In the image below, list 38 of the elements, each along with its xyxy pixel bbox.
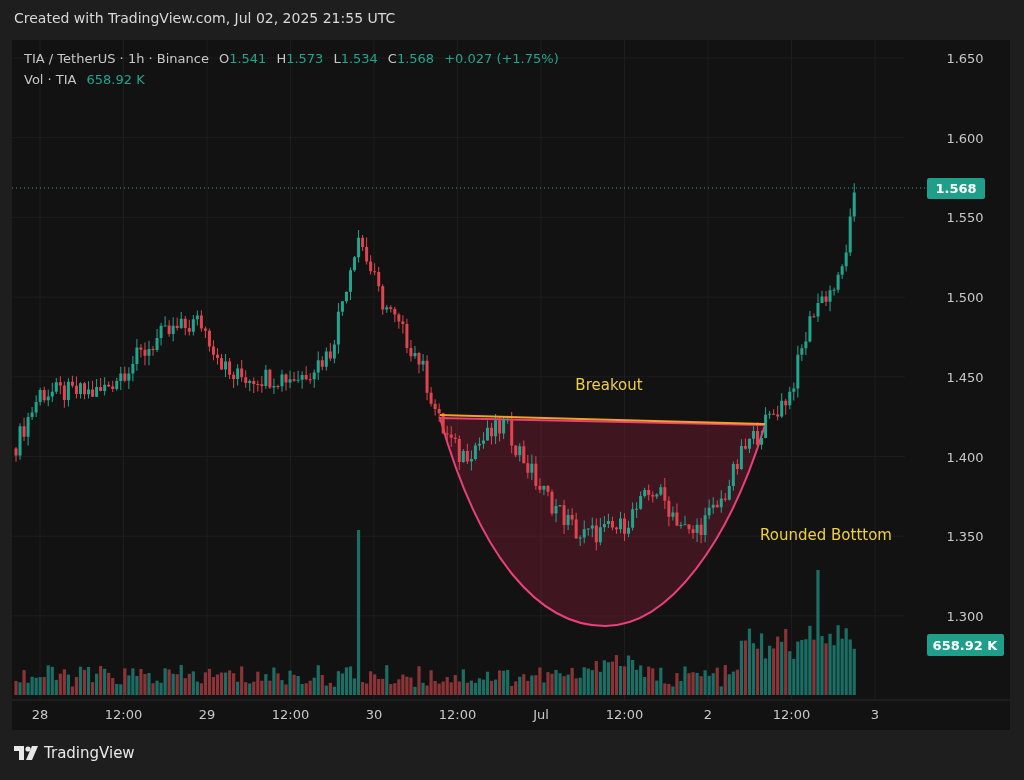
tradingview-logo-icon — [14, 746, 38, 760]
time-label: 12:00 — [605, 707, 644, 722]
symbol-label: TIA / TetherUS · 1h · Binance — [24, 50, 209, 68]
ohlc-value: 1.573 — [286, 51, 324, 66]
time-label: 12:00 — [438, 707, 477, 722]
time-label: 29 — [198, 707, 216, 722]
ohlc-label: C — [387, 51, 397, 66]
brand-name: TradingView — [44, 744, 135, 762]
chart-annotation: Breakout — [575, 376, 643, 394]
price-label: 1.300 — [946, 608, 984, 624]
ohlc-label: O — [218, 51, 230, 66]
price-label: 1.450 — [946, 369, 984, 385]
time-label: 28 — [31, 707, 49, 722]
time-label: 30 — [365, 707, 383, 722]
time-label: 12:00 — [772, 707, 811, 722]
price-label: 1.500 — [946, 290, 984, 306]
price-label: 1.600 — [946, 130, 984, 146]
ohlc-value: 1.541 — [229, 51, 267, 66]
chart-annotation: Rounded Botttom — [760, 526, 892, 544]
ohlc-label: H — [276, 51, 287, 66]
ohlc-value: 1.568 — [396, 51, 435, 66]
time-label: 2 — [703, 707, 713, 722]
price-change: +0.027 (+1.75%) — [444, 50, 559, 68]
price-label: 1.400 — [946, 449, 984, 465]
price-label: 1.350 — [946, 529, 984, 545]
ohlc-value: 1.534 — [340, 51, 378, 66]
current-price-badge: 1.568 — [927, 178, 985, 199]
ohlc-label: L — [333, 51, 341, 66]
volume-badge: 658.92 K — [927, 634, 1004, 656]
time-label: Jul — [533, 707, 549, 722]
volume-value: 658.92 K — [86, 71, 145, 89]
time-label: 3 — [870, 707, 880, 722]
price-label: 1.650 — [946, 51, 984, 66]
time-label: 12:00 — [104, 707, 143, 722]
chart-caption: Created with TradingView.com, Jul 02, 2025 21:55 UTC — [14, 10, 397, 28]
volume-label: Vol · TIA — [24, 71, 77, 89]
price-label: 1.550 — [946, 210, 984, 226]
time-label: 12:00 — [271, 707, 310, 722]
